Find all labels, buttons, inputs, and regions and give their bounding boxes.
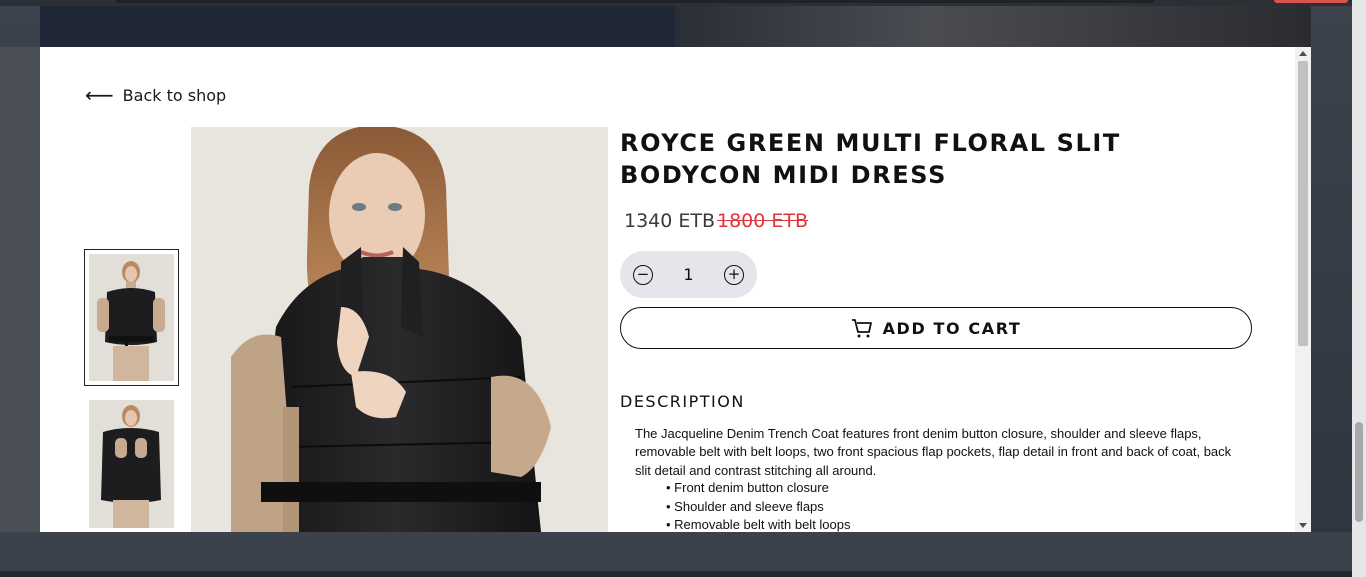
modal-scrollbar-thumb[interactable]: [1298, 61, 1308, 346]
product-old-price: 1800 ETB: [717, 210, 809, 232]
minus-circle-icon[interactable]: −: [633, 264, 653, 285]
list-item: Front denim button closure: [666, 479, 851, 498]
page-hero-banner: [40, 6, 1311, 47]
product-thumbnail-1[interactable]: [84, 249, 179, 386]
product-main-image[interactable]: [191, 127, 608, 532]
top-bar-shape: [115, 0, 1155, 3]
product-title: ROYCE GREEN MULTI FLORAL SLIT BODYCON MI…: [620, 129, 1121, 189]
plus-circle-icon[interactable]: +: [724, 264, 744, 285]
product-quick-view-modal: ⟵ Back to shop ROYCE GREEN MULTI FLORAL …: [40, 47, 1311, 532]
scroll-up-icon[interactable]: [1299, 51, 1307, 56]
feature-list: Front denim button closure Shoulder and …: [666, 479, 851, 532]
page-footer-bar: [0, 571, 1366, 577]
description-heading: DESCRIPTION: [620, 392, 745, 411]
add-to-cart-button[interactable]: ADD TO CART: [620, 307, 1252, 349]
page-scrollbar[interactable]: [1352, 0, 1366, 577]
overlay-bottom-edge: [0, 532, 1366, 577]
top-bar-accent: [1274, 0, 1348, 3]
list-item: Removable belt with belt loops: [666, 516, 850, 532]
back-to-shop-label: Back to shop: [122, 85, 227, 105]
hero-photo: [675, 6, 1311, 47]
add-to-cart-label: ADD TO CART: [882, 318, 1022, 338]
scroll-down-icon[interactable]: [1299, 523, 1307, 528]
back-to-shop-link[interactable]: ⟵ Back to shop: [85, 85, 226, 105]
overlay-left-edge: [0, 47, 40, 532]
product-price: 1340 ETB: [624, 210, 716, 232]
arrow-left-icon: ⟵: [85, 83, 114, 107]
quantity-stepper: − 1 +: [620, 251, 757, 298]
modal-scrollbar[interactable]: [1295, 47, 1311, 532]
quantity-value[interactable]: 1: [683, 265, 693, 284]
product-thumbnail-2[interactable]: [89, 400, 174, 528]
page-scrollbar-thumb[interactable]: [1355, 422, 1363, 522]
thumbnail-image: [89, 400, 174, 528]
thumbnail-image: [89, 254, 174, 381]
description-text: The Jacqueline Denim Trench Coat feature…: [635, 426, 1232, 478]
cart-icon: [851, 319, 872, 338]
list-item: Shoulder and sleeve flaps: [666, 498, 851, 517]
